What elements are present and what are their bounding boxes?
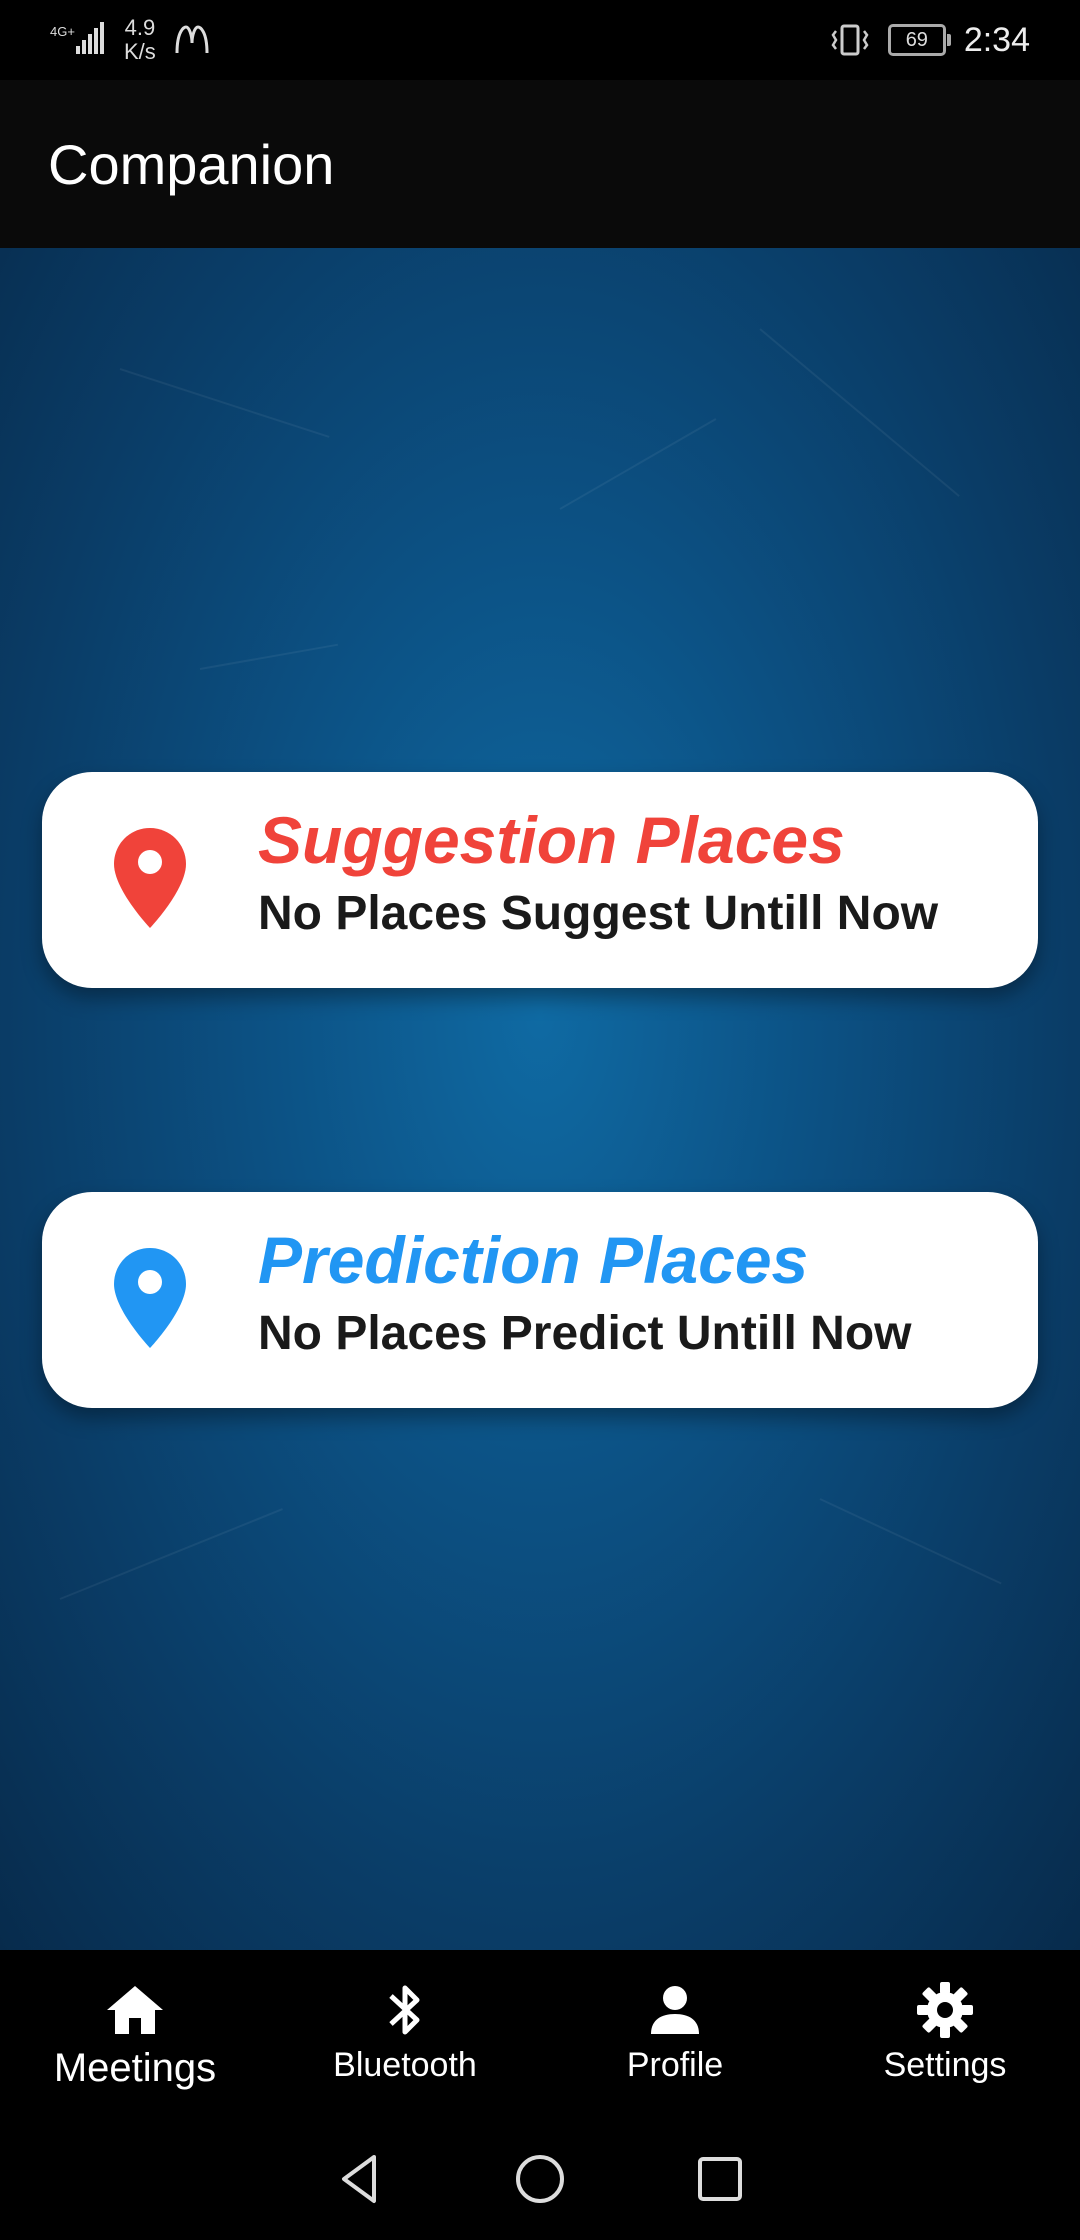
- status-right: 69 2:34: [830, 21, 1030, 60]
- nav-label-meetings: Meetings: [53, 2046, 217, 2090]
- network-speed-value: 4.9: [124, 15, 156, 40]
- nav-label-bluetooth: Bluetooth: [333, 2046, 477, 2084]
- mcdonalds-icon: [175, 25, 209, 54]
- system-navigation: [0, 2118, 1080, 2240]
- person-icon: [651, 1986, 699, 2034]
- app-title: Companion: [48, 132, 335, 196]
- home-icon: [107, 1986, 163, 2034]
- status-left: 4G+ 4.9 K/s: [50, 16, 210, 64]
- texture-scratch: [119, 368, 330, 438]
- texture-scratch: [59, 1508, 283, 1600]
- suggestion-places-title: Suggestion Places: [258, 803, 845, 877]
- location-pin-icon: [114, 828, 186, 928]
- prediction-card-text: Prediction Places No Places Predict Unti…: [258, 1220, 1008, 1364]
- prediction-places-subtitle: No Places Predict Untill Now: [258, 1307, 912, 1360]
- home-circle-icon[interactable]: [510, 2149, 570, 2209]
- vibrate-icon: [831, 24, 869, 56]
- clock: 2:34: [963, 20, 1030, 59]
- nav-label-profile: Profile: [626, 2046, 724, 2084]
- nav-item-settings[interactable]: Settings: [810, 1950, 1080, 2118]
- back-icon[interactable]: [330, 2149, 390, 2209]
- nav-item-meetings[interactable]: Meetings: [0, 1950, 270, 2118]
- svg-text:4G+: 4G+: [50, 24, 75, 39]
- suggestion-places-subtitle: No Places Suggest Untill Now: [258, 887, 939, 940]
- texture-scratch: [759, 328, 960, 497]
- main-content: Suggestion Places No Places Suggest Unti…: [0, 248, 1080, 1950]
- app-bar: Companion: [0, 80, 1080, 248]
- network-speed: 4.9 K/s: [124, 16, 156, 64]
- recents-square-icon[interactable]: [690, 2149, 750, 2209]
- texture-scratch: [819, 1498, 1002, 1585]
- texture-scratch: [559, 418, 717, 510]
- nav-item-bluetooth[interactable]: Bluetooth: [270, 1950, 540, 2118]
- signal-icon: 4G+: [50, 22, 104, 54]
- network-speed-unit: K/s: [124, 39, 156, 64]
- bluetooth-icon: [389, 1985, 420, 2035]
- gear-icon: [917, 1982, 973, 2038]
- suggestion-places-card[interactable]: Suggestion Places No Places Suggest Unti…: [42, 772, 1038, 988]
- nav-item-profile[interactable]: Profile: [540, 1950, 810, 2118]
- status-bar: 4G+ 4.9 K/s 69 2:34: [0, 0, 1080, 80]
- prediction-places-card[interactable]: Prediction Places No Places Predict Unti…: [42, 1192, 1038, 1408]
- location-pin-icon: [114, 1248, 186, 1348]
- nav-label-settings: Settings: [883, 2046, 1007, 2084]
- prediction-places-title: Prediction Places: [258, 1223, 809, 1297]
- battery-indicator: 69: [887, 24, 951, 56]
- suggestion-card-text: Suggestion Places No Places Suggest Unti…: [258, 800, 1008, 944]
- bottom-navigation: Meetings Bluetooth Profile Settings: [0, 1950, 1080, 2118]
- texture-scratch: [199, 643, 339, 670]
